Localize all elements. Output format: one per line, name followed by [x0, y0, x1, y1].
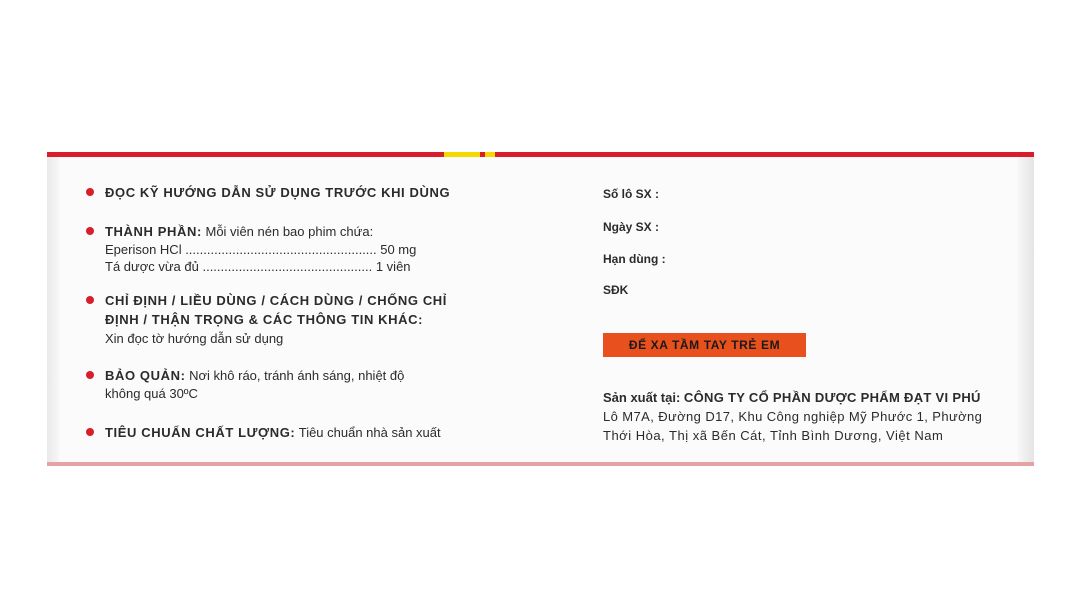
box-top-yellow-stripe: [444, 152, 480, 157]
bullet-icon: [86, 428, 94, 436]
ingredient-excipient: Tá dược vừa đủ .........................…: [105, 259, 411, 274]
standard-text: Tiêu chuẩn nhà sản xuất: [298, 425, 441, 440]
manufacturer-name: CÔNG TY CỔ PHẦN DƯỢC PHẨM ĐẠT VI PHÚ: [683, 390, 981, 405]
composition-line: THÀNH PHẦN: Mỗi viên nén bao phim chứa:: [105, 224, 373, 239]
box-left-flap: [47, 157, 59, 463]
manufacturer-label: Sản xuất tại:: [603, 390, 681, 405]
address-line-1: Lô M7A, Đường D17, Khu Công nghiệp Mỹ Ph…: [603, 409, 983, 424]
box-bottom-edge: [47, 462, 1034, 466]
read-instructions-heading: ĐỌC KỸ HƯỚNG DẪN SỬ DỤNG TRƯỚC KHI DÙNG: [105, 185, 451, 200]
composition-text: Mỗi viên nén bao phim chứa:: [205, 224, 374, 239]
bullet-icon: [86, 296, 94, 304]
bullet-icon: [86, 371, 94, 379]
indications-heading-line1: CHỈ ĐỊNH / LIỀU DÙNG / CÁCH DÙNG / CHỐNG…: [105, 293, 448, 308]
standard-label: TIÊU CHUẨN CHẤT LƯỢNG:: [105, 425, 296, 440]
indications-heading-line2: ĐỊNH / THẬN TRỌNG & CÁC THÔNG TIN KHÁC:: [105, 312, 424, 327]
bullet-icon: [86, 188, 94, 196]
keep-away-from-children-badge: ĐỂ XA TẦM TAY TRẺ EM: [603, 333, 806, 357]
box-top-yellow-stripe-small: [485, 152, 495, 157]
registration-label: SĐK: [603, 283, 629, 297]
address-line-2: Thới Hòa, Thị xã Bến Cát, Tỉnh Bình Dươn…: [603, 428, 944, 443]
standard-line: TIÊU CHUẨN CHẤT LƯỢNG: Tiêu chuẩn nhà sả…: [105, 425, 441, 440]
storage-text-2: không quá 30ºC: [105, 386, 198, 401]
manufacturer-line: Sản xuất tại: CÔNG TY CỔ PHẦN DƯỢC PHẨM …: [603, 390, 981, 405]
storage-label: BẢO QUẢN:: [105, 368, 186, 383]
batch-number-label: Số lô SX :: [603, 187, 660, 201]
bullet-icon: [86, 227, 94, 235]
manufacture-date-label: Ngày SX :: [603, 220, 660, 234]
box-right-flap: [1018, 157, 1034, 463]
storage-line: BẢO QUẢN: Nơi khô ráo, tránh ánh sáng, n…: [105, 368, 404, 383]
composition-label: THÀNH PHẦN:: [105, 224, 202, 239]
box-top-red-edge: [47, 152, 1034, 157]
indications-text: Xin đọc tờ hướng dẫn sử dụng: [105, 331, 284, 346]
expiry-date-label: Hạn dùng :: [603, 252, 666, 266]
storage-text-1: Nơi khô ráo, tránh ánh sáng, nhiệt độ: [189, 368, 405, 383]
ingredient-eperison: Eperison HCl ...........................…: [105, 242, 417, 257]
